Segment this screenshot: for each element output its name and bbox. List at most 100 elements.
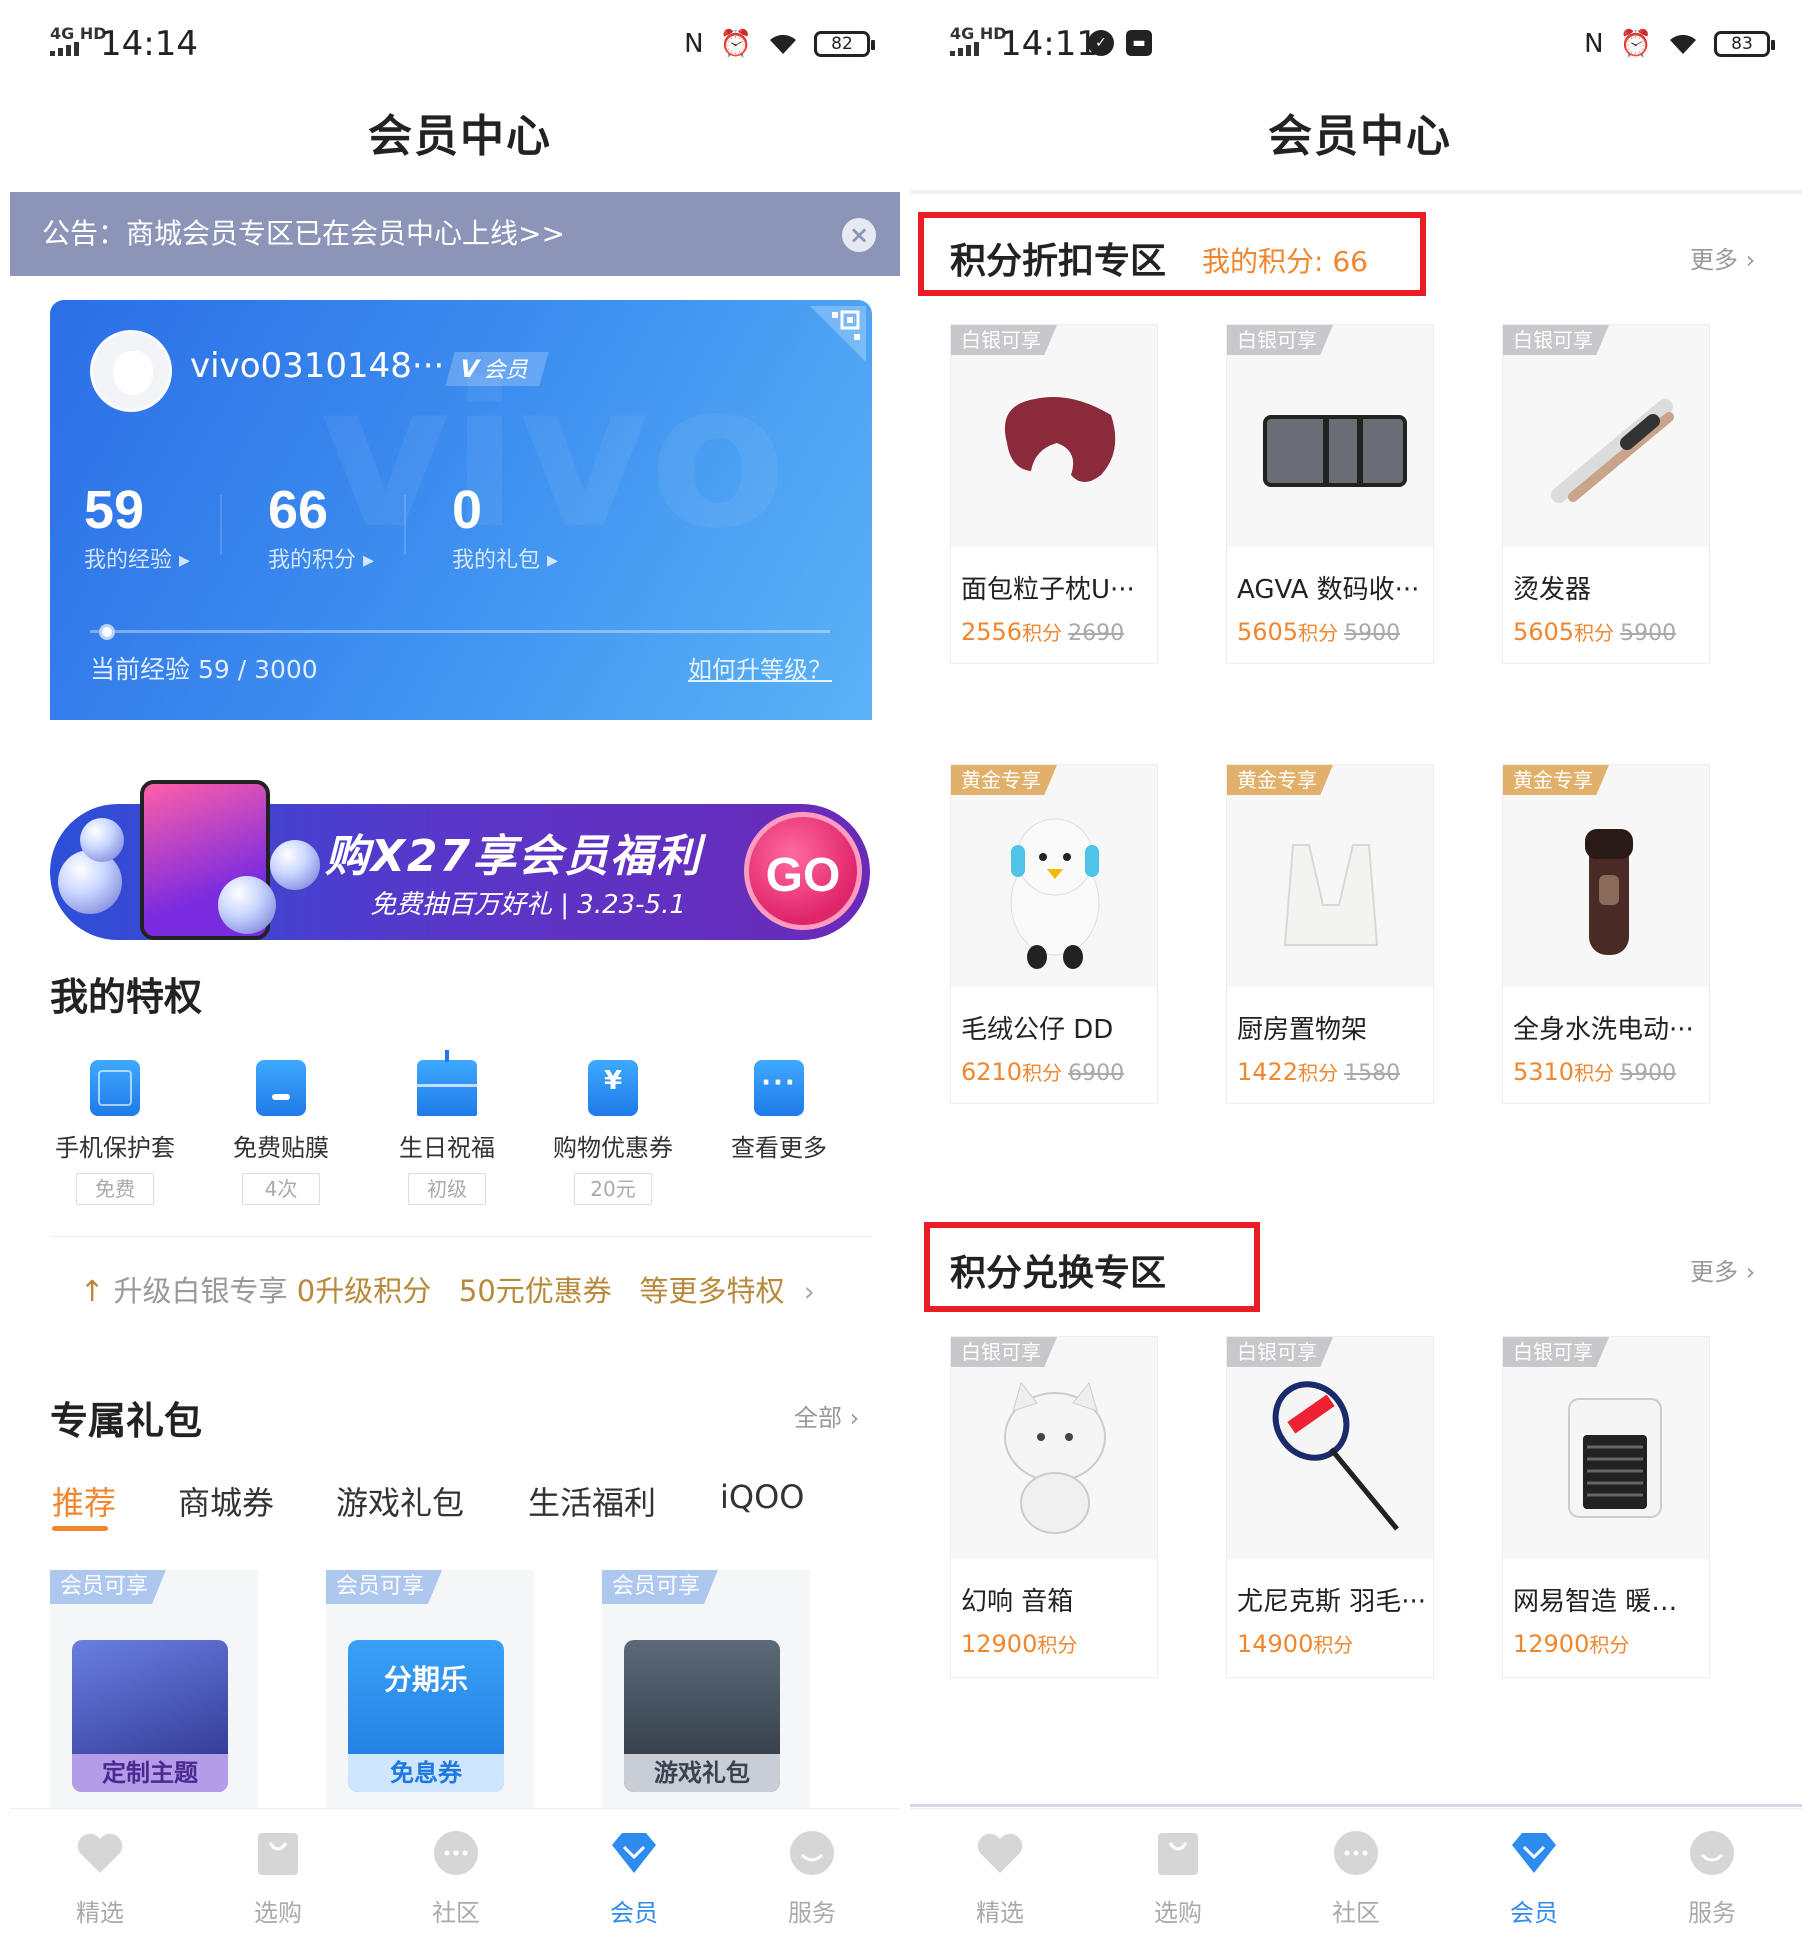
phone-case-icon <box>90 1060 140 1116</box>
stat-experience[interactable]: 59 我的经验 ▸ <box>84 480 190 574</box>
price-unit: 积分 <box>1574 1061 1615 1085</box>
gift-bubble-icon <box>80 818 124 862</box>
stat-value: 59 <box>84 480 145 540</box>
price-unit: 积分 <box>1022 1061 1063 1085</box>
nav-item-member[interactable]: 会员 <box>574 1827 694 1928</box>
neck-pillow-icon <box>1004 397 1116 482</box>
privilege-coupon[interactable]: ¥ 购物优惠券 20元 <box>538 1060 688 1205</box>
privilege-tag: 4次 <box>242 1173 320 1205</box>
product-price: 5310积分 5900 <box>1513 1057 1676 1086</box>
nav-item-shop[interactable]: 选购 <box>1118 1827 1238 1928</box>
product-name: 网易智造 暖风机 <box>1513 1587 1703 1617</box>
upgrade-arrow-icon: ↑ <box>80 1274 105 1308</box>
product-price: 5605积分 5900 <box>1513 617 1676 646</box>
tab-mall-coupons[interactable]: 商城券 <box>178 1478 274 1524</box>
avatar[interactable] <box>90 330 172 412</box>
stat-divider <box>404 495 406 555</box>
battery-indicator: 82 <box>814 31 875 57</box>
badminton-racket-icon <box>1272 1381 1399 1531</box>
price-unit: 积分 <box>1022 621 1063 645</box>
chat-bubble-icon <box>434 1831 478 1875</box>
discount-zone-more-link[interactable]: 更多 › <box>1690 240 1755 275</box>
product-price: 12900积分 <box>961 1629 1077 1658</box>
product-card[interactable]: 白银可享 网易智造 暖风机 12900积分 <box>1502 1336 1710 1678</box>
privilege-birthday[interactable]: 生日祝福 初级 <box>372 1050 522 1205</box>
exchange-zone-more-link[interactable]: 更多 › <box>1690 1252 1755 1287</box>
box-bubble-icon <box>270 840 320 890</box>
product-price: 12900积分 <box>1513 1629 1629 1658</box>
product-card[interactable]: 黄金专享 全身水洗电动··· 5310积分 5900 <box>1502 764 1710 1104</box>
signal-icon <box>50 42 80 56</box>
how-to-upgrade-link[interactable]: 如何升等级？ <box>688 650 832 685</box>
product-tag: 黄金专享 <box>1227 765 1333 795</box>
heart-icon <box>977 1833 1023 1873</box>
gift-tag: 会员可享 <box>326 1570 443 1604</box>
bottom-navigation: 精选 选购 社区 会员 服务 <box>910 1808 1802 1940</box>
nav-item-community[interactable]: 社区 <box>396 1827 516 1928</box>
product-card[interactable]: 黄金专享 毛绒公仔 DD 6210积分 6900 <box>950 764 1158 1104</box>
product-image <box>1503 765 1709 987</box>
product-card[interactable]: 白银可享 幻响 音箱 12900积分 <box>950 1336 1158 1678</box>
product-card[interactable]: 白银可享 面包粒子枕U··· 2556积分 2690 <box>950 324 1158 664</box>
stat-label: 我的经验 ▸ <box>84 548 191 573</box>
gift-card-theme[interactable]: 会员可享 定制主题 <box>50 1570 258 1810</box>
price-unit: 积分 <box>1298 621 1339 645</box>
tab-life-benefits[interactable]: 生活福利 <box>528 1478 656 1524</box>
privilege-phone-case[interactable]: 手机保护套 免费 <box>40 1060 190 1205</box>
stat-value: 0 <box>452 480 483 540</box>
experience-text: 当前经验 59 / 3000 <box>90 655 318 684</box>
chat-bubble-icon <box>1334 1831 1378 1875</box>
privilege-more[interactable]: ··· 查看更多 <box>704 1060 854 1163</box>
tab-recommend[interactable]: 推荐 <box>52 1478 116 1524</box>
price-unit: 积分 <box>1298 1061 1339 1085</box>
page-title: 会员中心 <box>368 111 552 162</box>
stat-points[interactable]: 66 我的积分 ▸ <box>268 480 374 574</box>
nav-label: 服务 <box>788 1899 836 1927</box>
stat-gifts[interactable]: 0 我的礼包 ▸ <box>452 480 558 574</box>
product-name: 全身水洗电动··· <box>1513 1015 1694 1045</box>
status-bar: 4G HD 14:11 ✓ ▬ Ν ⏰ 83 <box>910 0 1802 90</box>
announcement-bar[interactable]: 公告：商城会员专区已在会员中心上线>> × <box>10 192 910 276</box>
price-unit: 积分 <box>1037 1633 1078 1657</box>
product-name: 面包粒子枕U··· <box>961 575 1135 605</box>
promo-banner[interactable]: 购X27享会员福利 免费抽百万好礼 | 3.23-5.1 GO <box>50 780 870 940</box>
qr-code-icon[interactable] <box>810 306 866 362</box>
privilege-label: 手机保护套 <box>55 1134 175 1162</box>
nav-label: 服务 <box>1688 1899 1736 1927</box>
close-icon[interactable]: × <box>842 218 876 252</box>
tab-iqoo[interactable]: iQOO <box>720 1478 804 1516</box>
product-image <box>951 1337 1157 1559</box>
nav-item-service[interactable]: 服务 <box>752 1827 872 1928</box>
price-value: 5605 <box>1513 618 1575 646</box>
upgrade-benefits-link[interactable]: ↑ 升级白银专享 0升级积分 50元优惠券 等更多特权 › <box>80 1268 815 1310</box>
electric-shaver-icon <box>1585 829 1633 955</box>
nav-item-member[interactable]: 会员 <box>1474 1827 1594 1928</box>
privilege-screen-film[interactable]: 免费贴膜 4次 <box>206 1060 356 1205</box>
go-button[interactable]: GO <box>744 812 862 930</box>
tab-game-gifts[interactable]: 游戏礼包 <box>336 1478 464 1524</box>
product-card[interactable]: 黄金专享 厨房置物架 1422积分 1580 <box>1226 764 1434 1104</box>
nav-item-featured[interactable]: 精选 <box>40 1827 160 1928</box>
product-image <box>1227 765 1433 987</box>
nav-item-service[interactable]: 服务 <box>1652 1827 1772 1928</box>
nav-item-featured[interactable]: 精选 <box>940 1827 1060 1928</box>
product-card[interactable]: 白银可享 尤尼克斯 羽毛··· 14900积分 <box>1226 1336 1434 1678</box>
nav-divider <box>910 1804 1802 1807</box>
nav-item-shop[interactable]: 选购 <box>218 1827 338 1928</box>
nav-item-community[interactable]: 社区 <box>1296 1827 1416 1928</box>
gifts-all-link[interactable]: 全部 › <box>794 1398 859 1433</box>
product-card[interactable]: 白银可享 烫发器 5605积分 5900 <box>1502 324 1710 664</box>
original-price: 5900 <box>1344 621 1401 646</box>
nav-label: 会员 <box>610 1899 658 1927</box>
birthday-cake-icon <box>417 1050 477 1116</box>
stat-divider <box>220 495 222 555</box>
nfc-icon: Ν <box>1584 29 1604 59</box>
gift-card-interest-free[interactable]: 会员可享 分期乐 免息券 <box>326 1570 534 1810</box>
product-name: 毛绒公仔 DD <box>961 1015 1114 1045</box>
alarm-icon: ⏰ <box>1619 29 1652 59</box>
screen-film-icon <box>256 1060 306 1116</box>
shopping-bag-icon <box>258 1833 298 1875</box>
shopping-bag-icon <box>1158 1833 1198 1875</box>
gift-card-game[interactable]: 会员可享 游戏礼包 <box>602 1570 810 1810</box>
product-card[interactable]: 白银可享 AGVA 数码收··· 5605积分 5900 <box>1226 324 1434 664</box>
